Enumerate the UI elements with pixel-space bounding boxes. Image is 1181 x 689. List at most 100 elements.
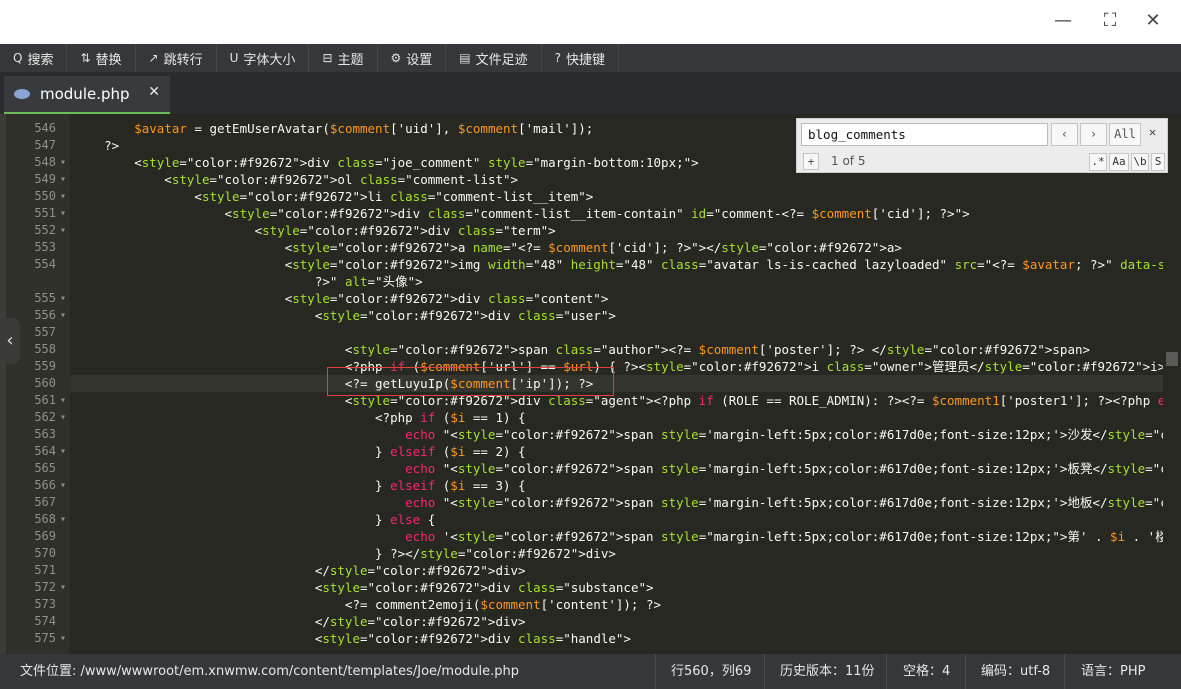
search-prev-button[interactable]: ‹ <box>1051 123 1078 146</box>
vertical-scrollbar[interactable] <box>1163 114 1181 654</box>
search-next-button[interactable]: › <box>1080 123 1107 146</box>
toolbar-icon: ⚙ <box>390 51 402 65</box>
toolbar-label: 主题 <box>337 52 364 68</box>
search-in-selection-toggle[interactable]: S <box>1151 153 1165 171</box>
line-number: 561 <box>34 393 56 407</box>
fold-toggle-icon[interactable]: ▾ <box>60 579 66 596</box>
scrollbar-thumb[interactable] <box>1166 352 1178 366</box>
code-line: <style="color:#f92672">div class="conten… <box>74 291 609 306</box>
line-number: 554 <box>34 257 56 271</box>
toolbar-label: 替换 <box>95 52 122 68</box>
line-number: 548 <box>34 155 56 169</box>
fold-toggle-icon[interactable]: ▾ <box>60 154 66 171</box>
code-line: <style="color:#f92672">a name="<?= $comm… <box>74 240 902 255</box>
fold-toggle-icon[interactable]: ▾ <box>60 171 66 188</box>
minimize-button[interactable]: — <box>1046 6 1080 36</box>
line-number: 555 <box>34 291 56 305</box>
annotation-box <box>327 367 614 396</box>
fold-toggle-icon[interactable]: ▾ <box>60 392 66 409</box>
fold-toggle-icon[interactable]: ▾ <box>60 477 66 494</box>
line-number <box>6 273 56 290</box>
code-line: <style="color:#f92672">div class="substa… <box>74 580 654 595</box>
code-line: <style="color:#f92672">ol class="comment… <box>74 172 519 187</box>
code-line: ?> <box>74 138 120 153</box>
fold-toggle-icon[interactable]: ▾ <box>60 205 66 222</box>
collapse-left-icon[interactable]: ‹ <box>0 318 20 364</box>
fold-toggle-icon[interactable]: ▾ <box>60 290 66 307</box>
tab-module-php[interactable]: module.php ✕ <box>4 76 170 114</box>
code-line: <style="color:#f92672">div class="agent"… <box>74 393 1181 408</box>
encoding-setting[interactable]: 编码：utf-8 <box>981 654 1050 689</box>
language-setting[interactable]: 语言：PHP <box>1081 654 1145 689</box>
toolbar-icon: ⇅ <box>80 51 91 65</box>
toolbar-item-4[interactable]: ⊟ 主题 <box>309 44 378 72</box>
toolbar-label: 快捷键 <box>566 52 606 68</box>
maximize-button[interactable]: ⛶ <box>1093 6 1127 36</box>
toolbar-icon: Q <box>13 51 23 65</box>
history-versions[interactable]: 历史版本：11份 <box>780 654 875 689</box>
code-line: } else { <box>74 512 436 527</box>
toolbar-icon: U <box>229 51 239 65</box>
line-number: 546 <box>34 121 56 135</box>
search-match-count: 1 of 5 <box>831 154 866 168</box>
case-sensitive-toggle[interactable]: Aa <box>1109 153 1129 171</box>
toolbar-label: 跳转行 <box>163 52 203 68</box>
toolbar-item-1[interactable]: ⇅ 替换 <box>67 44 136 72</box>
file-path: 文件位置: /www/wwwroot/em.xnwmw.com/content/… <box>20 664 519 679</box>
toolbar-label: 文件足迹 <box>475 52 528 68</box>
line-number: 550 <box>34 189 56 203</box>
search-close-icon[interactable]: ✕ <box>1149 125 1156 139</box>
line-number: 552 <box>34 223 56 237</box>
fold-toggle-icon[interactable]: ▾ <box>60 443 66 460</box>
regex-toggle[interactable]: .* <box>1089 153 1107 171</box>
toolbar-item-6[interactable]: ▤ 文件足迹 <box>446 44 542 72</box>
status-bar: 文件位置: /www/wwwroot/em.xnwmw.com/content/… <box>0 654 1181 689</box>
fold-toggle-icon[interactable]: ▾ <box>60 188 66 205</box>
code-line: echo "<style="color:#f92672">span style=… <box>405 427 1181 442</box>
code-editor[interactable]: 546 $avatar = getEmUserAvatar($comment['… <box>0 114 1181 654</box>
line-number: 562 <box>34 410 56 424</box>
search-input[interactable]: blog_comments <box>801 123 1048 146</box>
tab-close-icon[interactable]: ✕ <box>148 84 160 100</box>
search-expand-button[interactable]: + <box>803 153 819 170</box>
toolbar-item-5[interactable]: ⚙ 设置 <box>378 44 447 72</box>
fold-toggle-icon[interactable]: ▾ <box>60 222 66 239</box>
cursor-position[interactable]: 行560，列69 <box>671 654 751 689</box>
fold-toggle-icon[interactable]: ▾ <box>60 307 66 324</box>
whole-word-toggle[interactable]: \b <box>1131 153 1149 171</box>
code-line: ?>" alt="头像"> <box>74 274 423 289</box>
toolbar-item-7[interactable]: ? 快捷键 <box>542 44 620 72</box>
code-line: <style="color:#f92672">img width="48" he… <box>74 257 1181 272</box>
title-bar: — ⛶ ✕ <box>0 0 1181 44</box>
code-line: </style="color:#f92672">div> <box>74 563 526 578</box>
line-number: 571 <box>34 563 56 577</box>
line-number: 547 <box>34 138 56 152</box>
toolbar-icon: ? <box>554 51 562 65</box>
line-number: 573 <box>34 597 56 611</box>
toolbar-item-0[interactable]: Q 搜索 <box>0 44 68 72</box>
indent-setting[interactable]: 空格：4 <box>903 654 950 689</box>
php-file-icon <box>14 89 30 99</box>
code-line: echo '<style="color:#f92672">span style=… <box>405 529 1181 544</box>
fold-toggle-icon[interactable]: ▾ <box>60 630 66 647</box>
close-button[interactable]: ✕ <box>1136 6 1170 36</box>
code-line: } elseif ($i == 3) { <box>74 478 526 493</box>
code-line: <style="color:#f92672">div class="handle… <box>74 631 631 646</box>
line-number: 572 <box>34 580 56 594</box>
toolbar: Q 搜索 ⇅ 替换 ↗ 跳转行 U 字体大小 ⊟ 主题 ⚙ 设置 ▤ 文件足迹? 快捷键 <box>0 44 1181 73</box>
line-number: 566 <box>34 478 56 492</box>
code-line: echo "<style="color:#f92672">span style=… <box>405 495 1181 510</box>
search-all-button[interactable]: All <box>1109 123 1141 146</box>
fold-toggle-icon[interactable]: ▾ <box>60 511 66 528</box>
tab-bar: module.php ✕ <box>0 72 1181 114</box>
fold-toggle-icon[interactable]: ▾ <box>60 409 66 426</box>
toolbar-item-2[interactable]: ↗ 跳转行 <box>136 44 217 72</box>
code-line: <?php if ($comment['url'] == $url) { ?><… <box>74 359 1181 374</box>
toolbar-item-3[interactable]: U 字体大小 <box>217 44 310 72</box>
line-number: 575 <box>34 631 56 645</box>
line-number: 553 <box>34 240 56 254</box>
code-line: <style="color:#f92672">div class="commen… <box>74 206 970 221</box>
toolbar-icon: ↗ <box>148 51 159 65</box>
code-line: <?php if ($i == 1) { <box>74 410 526 425</box>
toolbar-label: 设置 <box>406 52 433 68</box>
